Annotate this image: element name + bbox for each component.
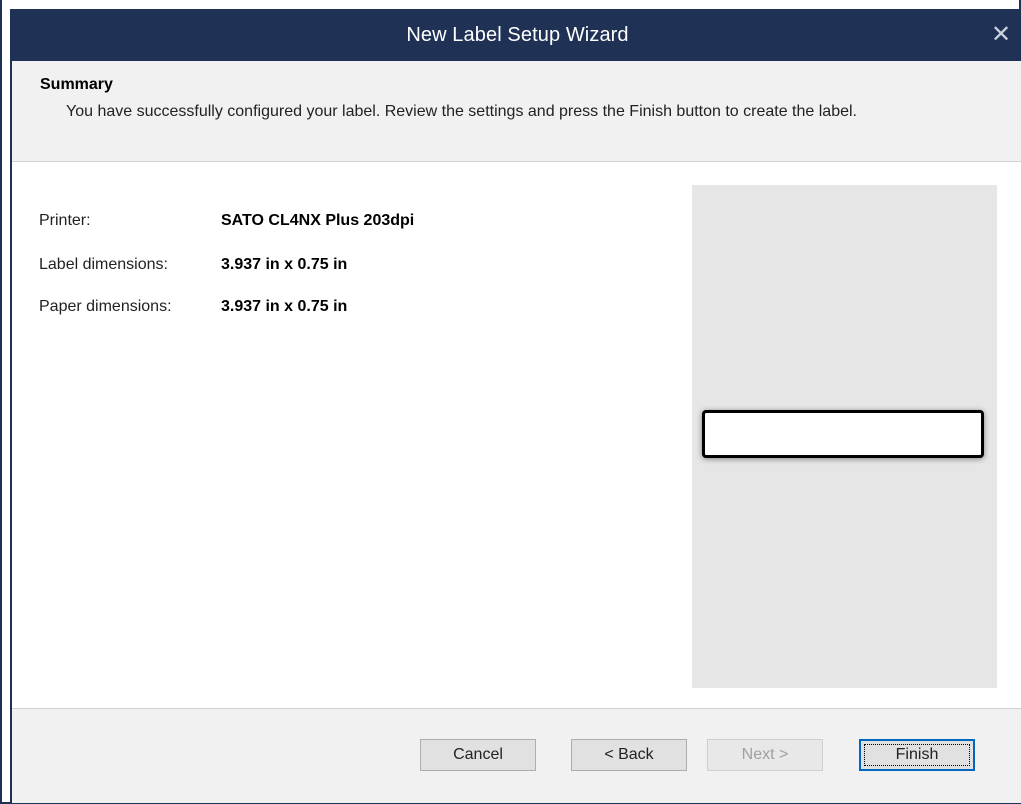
paper-dimensions-label: Paper dimensions:: [39, 298, 172, 315]
finish-button[interactable]: Finish: [859, 739, 975, 771]
label-preview-area: [692, 185, 997, 688]
label-dimensions-value: 3.937 in x 0.75 in: [221, 256, 348, 273]
wizard-window: New Label Setup Wizard ✕ Summary You hav…: [0, 0, 1021, 804]
window-title: New Label Setup Wizard: [406, 24, 629, 46]
wizard-footer: Cancel < Back Next > Finish: [12, 708, 1021, 803]
summary-panel: Printer: SATO CL4NX Plus 203dpi Label di…: [12, 162, 1021, 708]
back-button[interactable]: < Back: [571, 739, 687, 771]
wizard-header: Summary You have successfully configured…: [12, 61, 1021, 162]
focus-ring: [864, 744, 970, 766]
label-dimensions-label: Label dimensions:: [39, 256, 168, 273]
next-button[interactable]: Next >: [707, 739, 823, 771]
cancel-button[interactable]: Cancel: [420, 739, 536, 771]
paper-dimensions-value: 3.937 in x 0.75 in: [221, 298, 348, 315]
title-bar[interactable]: New Label Setup Wizard ✕: [12, 9, 1021, 61]
printer-label: Printer:: [39, 212, 91, 229]
printer-value: SATO CL4NX Plus 203dpi: [221, 212, 415, 229]
label-preview-shape: [702, 410, 984, 458]
header-description: You have successfully configured your la…: [66, 103, 857, 120]
close-icon[interactable]: ✕: [985, 19, 1017, 51]
header-title: Summary: [40, 76, 113, 93]
